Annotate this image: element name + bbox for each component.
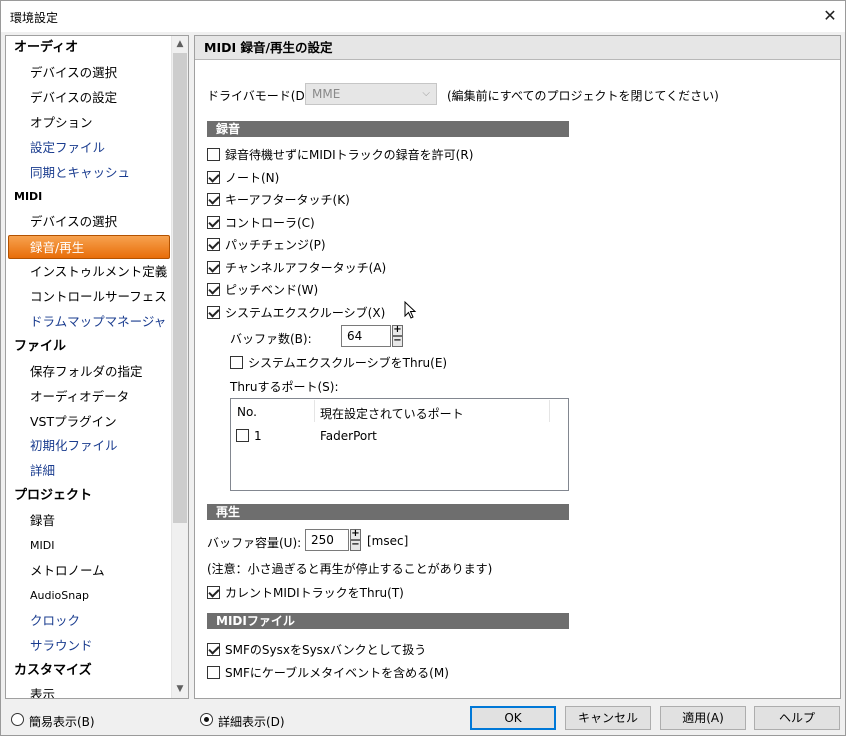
sidebar-item[interactable]: メトロノーム	[30, 559, 105, 583]
simple-view-label: 簡易表示(B)	[29, 715, 95, 729]
sidebar-category[interactable]: ファイル	[14, 335, 66, 359]
scrollbar-thumb[interactable]	[173, 53, 187, 523]
preferences-window: 環境設定 ✕ オーディオ デバイスの選択 デバイスの設定 オプション 設定ファイル 同期と…	[0, 0, 846, 736]
detail-view-label: 詳細表示(D)	[218, 715, 285, 729]
decrement-icon[interactable]: −	[350, 540, 361, 551]
buffer-count-stepper[interactable]: + −	[392, 325, 403, 347]
close-icon[interactable]: ✕	[815, 1, 845, 32]
sidebar-category[interactable]: オーディオ	[14, 36, 78, 60]
sidebar-item[interactable]: コントロールサーフェス	[30, 285, 167, 309]
sidebar-scrollbar[interactable]: ▲ ▼	[171, 36, 188, 698]
sidebar-tree: オーディオ デバイスの選択 デバイスの設定 オプション 設定ファイル 同期とキャッシュ MI…	[5, 35, 189, 699]
column-divider	[314, 400, 315, 422]
sidebar-item[interactable]: VSTプラグイン	[30, 410, 117, 434]
sidebar-category[interactable]: MIDI	[14, 185, 42, 209]
cancel-button[interactable]: キャンセル	[565, 706, 651, 730]
mouse-cursor-icon	[404, 300, 417, 319]
option-checkbox[interactable]	[207, 283, 220, 296]
playback-note: (注意：小さ過ぎると再生が停止することがあります)	[207, 562, 493, 576]
buffer-size-label: バッファ容量(U):	[207, 536, 302, 550]
buffer-count-label: バッファ数(B):	[230, 332, 312, 346]
sidebar-item[interactable]: デバイスの選択	[30, 210, 117, 234]
sidebar-item[interactable]: AudioSnap	[30, 584, 89, 608]
buffer-size-input[interactable]: 250	[305, 529, 349, 551]
sidebar-item[interactable]: 同期とキャッシュ	[30, 161, 130, 185]
option-checkbox[interactable]	[207, 666, 220, 679]
option-label: パッチチェンジ(P)	[225, 238, 326, 252]
port-number: 1	[254, 429, 262, 443]
simple-view-radio[interactable]	[11, 713, 24, 726]
port-name[interactable]: FaderPort	[320, 429, 377, 443]
window-title: 環境設定	[10, 11, 59, 25]
settings-panel: MIDI 録音/再生の設定 ドライバモード(D): MME ⌵ (編集前にすべて…	[194, 35, 841, 699]
detail-view-radio[interactable]	[200, 713, 213, 726]
sidebar-item[interactable]: クロック	[30, 609, 80, 633]
buffer-size-unit: [msec]	[367, 534, 409, 548]
port-checkbox[interactable]	[236, 429, 249, 442]
scroll-up-icon[interactable]: ▲	[172, 36, 188, 53]
playback-section-header: 再生	[207, 504, 569, 520]
sidebar-category[interactable]: カスタマイズ	[14, 659, 92, 683]
sidebar-item[interactable]: デバイスの設定	[30, 86, 117, 110]
sidebar-item[interactable]: ドラムマップマネージャ	[30, 310, 166, 334]
driver-mode-value: MME	[312, 87, 341, 101]
option-label: 録音待機せずにMIDIトラックの録音を許可(R)	[225, 148, 474, 162]
sidebar-item[interactable]: インストゥルメント定義	[30, 260, 167, 284]
option-label: チャンネルアフタータッチ(A)	[225, 260, 387, 275]
sysex-thru-label: システムエクスクルーシブをThru(E)	[248, 356, 448, 370]
sidebar-item[interactable]: 録音	[30, 509, 55, 533]
option-checkbox[interactable]	[207, 260, 220, 274]
buffer-size-stepper[interactable]: + −	[350, 529, 361, 551]
record-section-header: 録音	[207, 121, 569, 137]
ok-button[interactable]: OK	[470, 706, 556, 730]
option-label: キーアフタータッチ(K)	[225, 193, 350, 207]
option-checkbox[interactable]	[207, 170, 220, 184]
sidebar-item[interactable]: 詳細	[30, 459, 55, 483]
sidebar-item[interactable]: オーディオデータ	[30, 385, 129, 409]
sidebar-item[interactable]: 保存フォルダの指定	[30, 360, 143, 384]
sidebar-item[interactable]: 録音/再生	[8, 235, 170, 260]
option-checkbox[interactable]	[207, 215, 220, 229]
option-checkbox[interactable]	[207, 643, 220, 656]
title-bar: 環境設定 ✕	[1, 1, 845, 32]
sidebar-item[interactable]: 表示	[30, 683, 55, 698]
option-checkbox[interactable]	[207, 148, 220, 161]
option-checkbox[interactable]	[207, 305, 220, 319]
thru-ports-list[interactable]: No. 現在設定されているポート 1 FaderPort	[230, 398, 569, 491]
sidebar-item[interactable]: オプション	[30, 111, 93, 135]
option-checkbox[interactable]	[207, 238, 220, 251]
help-button[interactable]: ヘルプ	[754, 706, 840, 730]
sidebar-item[interactable]: MIDI	[30, 534, 54, 558]
current-thru-label: カレントMIDIトラックをThru(T)	[225, 586, 404, 600]
sidebar-category[interactable]: プロジェクト	[14, 484, 92, 508]
sidebar-item[interactable]: サラウンド	[30, 634, 93, 658]
thru-ports-label: Thruするポート(S):	[230, 380, 339, 394]
column-divider	[549, 400, 550, 422]
buffer-count-input[interactable]: 64	[341, 325, 391, 347]
sidebar-item[interactable]: デバイスの選択	[30, 61, 117, 85]
chevron-down-icon: ⌵	[422, 88, 430, 99]
driver-mode-label: ドライバモード(D):	[207, 89, 314, 103]
option-checkbox[interactable]	[207, 193, 220, 206]
panel-title: MIDI 録音/再生の設定	[195, 36, 840, 60]
scroll-down-icon[interactable]: ▼	[172, 681, 188, 698]
sysex-thru-checkbox[interactable]	[230, 356, 243, 369]
sidebar-item[interactable]: 設定ファイル	[30, 136, 105, 160]
sidebar-item[interactable]: 初期化ファイル	[30, 434, 118, 458]
col-header-no[interactable]: No.	[237, 405, 257, 419]
current-thru-checkbox[interactable]	[207, 586, 220, 599]
option-label: ピッチベンド(W)	[225, 283, 319, 297]
option-label: コントローラ(C)	[225, 215, 315, 230]
option-label: SMFのSysxをSysxバンクとして扱う	[225, 643, 427, 657]
option-label: システムエクスクルーシブ(X)	[225, 305, 386, 320]
apply-button[interactable]: 適用(A)	[660, 706, 746, 730]
option-label: SMFにケーブルメタイベントを含める(M)	[225, 666, 449, 680]
driver-mode-note: (編集前にすべてのプロジェクトを閉じてください)	[447, 89, 719, 103]
midifile-section-header: MIDIファイル	[207, 613, 569, 629]
option-label: ノート(N)	[225, 170, 280, 185]
decrement-icon[interactable]: −	[392, 336, 403, 347]
driver-mode-select[interactable]: MME ⌵	[305, 83, 437, 105]
col-header-port[interactable]: 現在設定されているポート	[320, 405, 464, 422]
